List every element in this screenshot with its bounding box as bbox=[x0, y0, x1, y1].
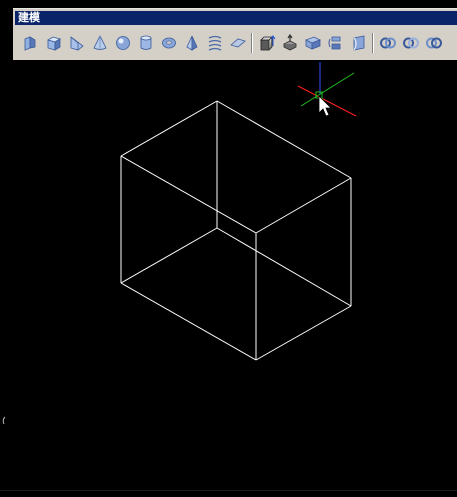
box-button[interactable] bbox=[42, 32, 65, 54]
intersect-button[interactable] bbox=[422, 32, 445, 54]
sphere-button[interactable] bbox=[111, 32, 134, 54]
toolbar-separator bbox=[370, 32, 376, 54]
pyramid-icon bbox=[185, 35, 198, 51]
cylinder-icon bbox=[140, 35, 151, 50]
wireframe-box[interactable] bbox=[120, 100, 352, 361]
union-icon bbox=[379, 37, 396, 49]
sphere-icon bbox=[115, 36, 130, 50]
sweep-icon bbox=[304, 36, 321, 50]
subtract-button[interactable] bbox=[399, 32, 422, 54]
union-button[interactable] bbox=[376, 32, 399, 54]
wedge-icon bbox=[70, 36, 84, 51]
helix-button[interactable] bbox=[203, 32, 226, 54]
pyramid-button[interactable] bbox=[180, 32, 203, 54]
polysolid-icon bbox=[24, 36, 35, 51]
drawing-area[interactable] bbox=[0, 60, 457, 497]
toolbar-titlebar[interactable]: 建模 bbox=[15, 11, 457, 25]
toolbar-button-row bbox=[19, 31, 445, 55]
sweep-button[interactable] bbox=[301, 32, 324, 54]
toolbar-separator bbox=[249, 32, 255, 54]
helix-icon bbox=[208, 35, 221, 51]
cone-button[interactable] bbox=[88, 32, 111, 54]
toolbar-title: 建模 bbox=[18, 11, 40, 24]
presspull-button[interactable] bbox=[278, 32, 301, 54]
intersect-icon bbox=[425, 37, 442, 49]
box-icon bbox=[46, 36, 61, 51]
extrude-icon bbox=[259, 35, 275, 51]
viewport-edge bbox=[452, 60, 457, 497]
planar-surface-button[interactable] bbox=[226, 32, 249, 54]
modeling-toolbar: 建模 bbox=[13, 8, 457, 60]
subtract-icon bbox=[402, 37, 419, 49]
polysolid-button[interactable] bbox=[19, 32, 42, 54]
extrude-button[interactable] bbox=[255, 32, 278, 54]
cone-icon bbox=[92, 35, 107, 50]
torus-button[interactable] bbox=[157, 32, 180, 54]
loft-button[interactable] bbox=[347, 32, 370, 54]
revolve-icon bbox=[328, 36, 340, 50]
wedge-button[interactable] bbox=[65, 32, 88, 54]
ucs-edge-mark bbox=[2, 416, 6, 425]
torus-icon bbox=[161, 37, 176, 49]
planar-surface-icon bbox=[229, 38, 246, 48]
revolve-button[interactable] bbox=[324, 32, 347, 54]
loft-icon bbox=[352, 35, 364, 51]
viewport-bottom-border bbox=[0, 490, 457, 491]
presspull-icon bbox=[282, 34, 297, 51]
cylinder-button[interactable] bbox=[134, 32, 157, 54]
mouse-pointer-icon bbox=[318, 95, 332, 117]
